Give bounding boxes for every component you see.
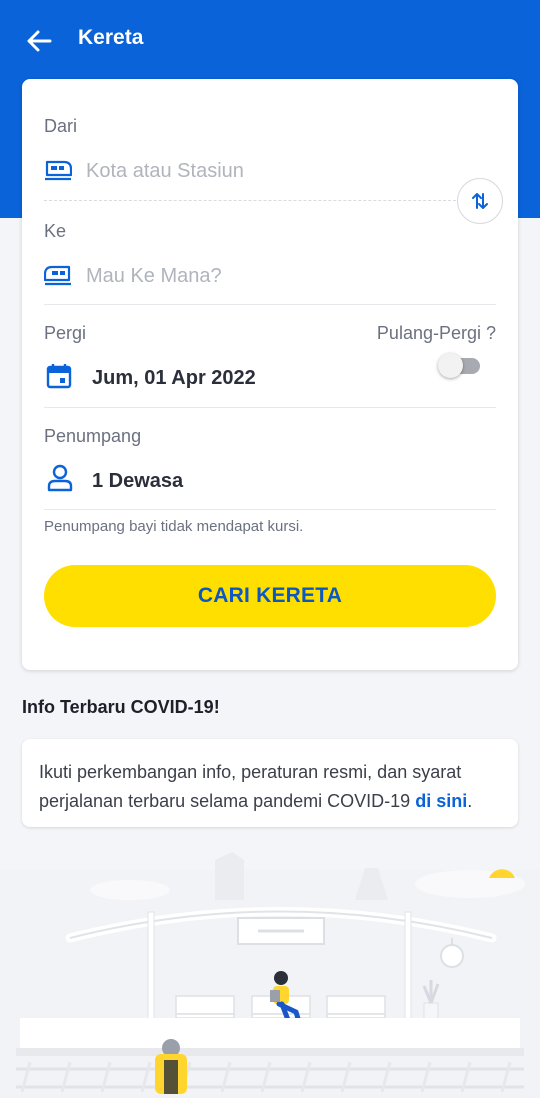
from-divider — [44, 200, 496, 201]
train-icon — [44, 265, 71, 286]
passenger-divider — [44, 509, 496, 510]
depart-label: Pergi — [44, 323, 87, 343]
covid-info-text: Ikuti perkembangan info, peraturan resmi… — [39, 758, 509, 816]
passenger-count[interactable]: 1 Dewasa — [92, 470, 183, 493]
to-divider — [44, 304, 496, 305]
infant-note: Penumpang bayi tidak mendapat kursi. — [44, 518, 304, 535]
station-illustration — [0, 852, 540, 1098]
covid-info-card: Ikuti perkembangan info, peraturan resmi… — [22, 739, 518, 827]
covid-info-body: Ikuti perkembangan info, peraturan resmi… — [39, 762, 462, 811]
swap-icon — [472, 193, 488, 209]
calendar-icon — [46, 364, 72, 389]
search-train-button[interactable]: CARI KERETA — [44, 565, 496, 627]
from-label: Dari — [44, 116, 78, 136]
back-button[interactable] — [22, 24, 56, 58]
covid-info-title: Info Terbaru COVID-19! — [22, 697, 220, 717]
swap-stations-button[interactable] — [457, 178, 503, 224]
covid-info-suffix: . — [467, 791, 473, 811]
depart-divider — [44, 407, 496, 408]
to-label: Ke — [44, 221, 67, 241]
to-input[interactable]: Mau Ke Mana? — [86, 265, 222, 288]
depart-date[interactable]: Jum, 01 Apr 2022 — [92, 367, 256, 390]
page-title: Kereta — [78, 26, 144, 49]
back-arrow-icon — [27, 30, 52, 52]
toggle-knob — [438, 353, 463, 378]
person-icon — [47, 464, 73, 492]
covid-info-link[interactable]: di sini — [415, 791, 467, 811]
from-input[interactable]: Kota atau Stasiun — [86, 160, 244, 183]
round-trip-label: Pulang-Pergi ? — [376, 323, 496, 343]
passenger-label: Penumpang — [44, 426, 142, 446]
train-icon — [45, 160, 72, 181]
train-search-card: Dari Kota atau Stasiun Ke Mau Ke Mana? P… — [22, 79, 518, 670]
round-trip-toggle[interactable] — [438, 351, 482, 379]
